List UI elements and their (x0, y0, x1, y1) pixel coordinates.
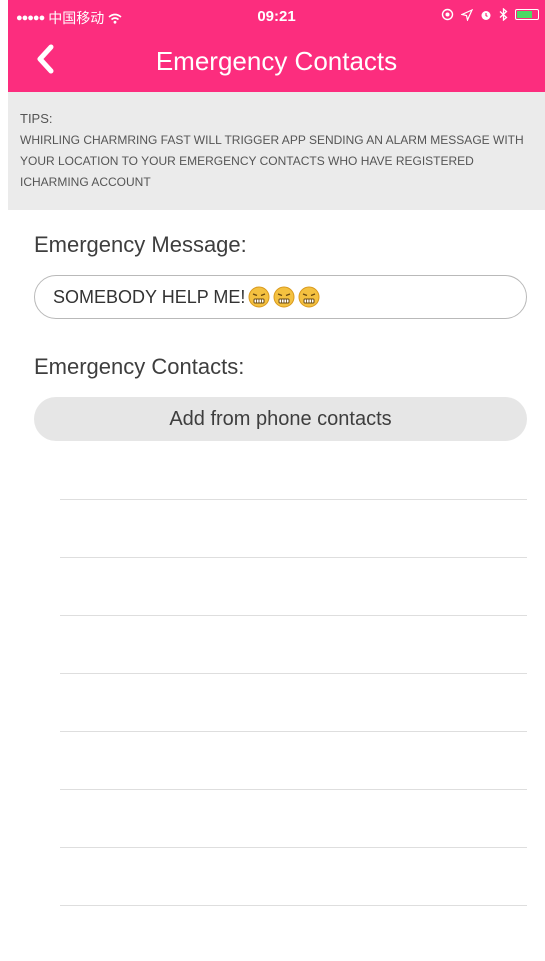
contact-slot-divider (60, 557, 527, 558)
location-icon (461, 8, 473, 21)
contact-slot-divider (60, 731, 527, 732)
contact-slot-divider (60, 673, 527, 674)
tips-panel: TIPS: WHIRLING CHARMRING FAST WILL TRIGG… (8, 92, 545, 210)
status-right (441, 8, 539, 21)
lock-rotation-icon (441, 8, 454, 21)
emergency-message-label: Emergency Message: (34, 232, 247, 257)
worried-face-icon (248, 286, 270, 308)
battery-icon (515, 9, 539, 20)
bluetooth-icon (499, 8, 508, 21)
emergency-message-text: SOMEBODY HELP ME! (53, 286, 246, 307)
emergency-contacts-label: Emergency Contacts: (34, 354, 245, 379)
contact-slot-divider (60, 847, 527, 848)
status-bar: ●●●●● 中国移动 09:21 (8, 0, 545, 30)
header: ●●●●● 中国移动 09:21 Emergency Contacts (8, 0, 545, 92)
add-from-phone-contacts-button[interactable]: Add from phone contacts (34, 397, 527, 441)
alarm-icon (480, 9, 492, 21)
tips-body: WHIRLING CHARMRING FAST WILL TRIGGER APP… (20, 133, 524, 189)
contact-slot-divider (60, 905, 527, 906)
tips-title: TIPS: (20, 111, 53, 126)
page-title: Emergency Contacts (155, 46, 398, 76)
contact-slot-divider (60, 499, 527, 500)
nav-bar: Emergency Contacts (8, 30, 545, 92)
emergency-message-input[interactable]: SOMEBODY HELP ME! (34, 275, 527, 319)
contact-slot-divider (60, 615, 527, 616)
battery-level (517, 11, 533, 18)
worried-face-icon (273, 286, 295, 308)
emergency-contacts-screen: ●●●●● 中国移动 09:21 Emergency Contacts TIPS… (0, 0, 545, 961)
worried-face-icon (298, 286, 320, 308)
contact-slot-divider (60, 789, 527, 790)
